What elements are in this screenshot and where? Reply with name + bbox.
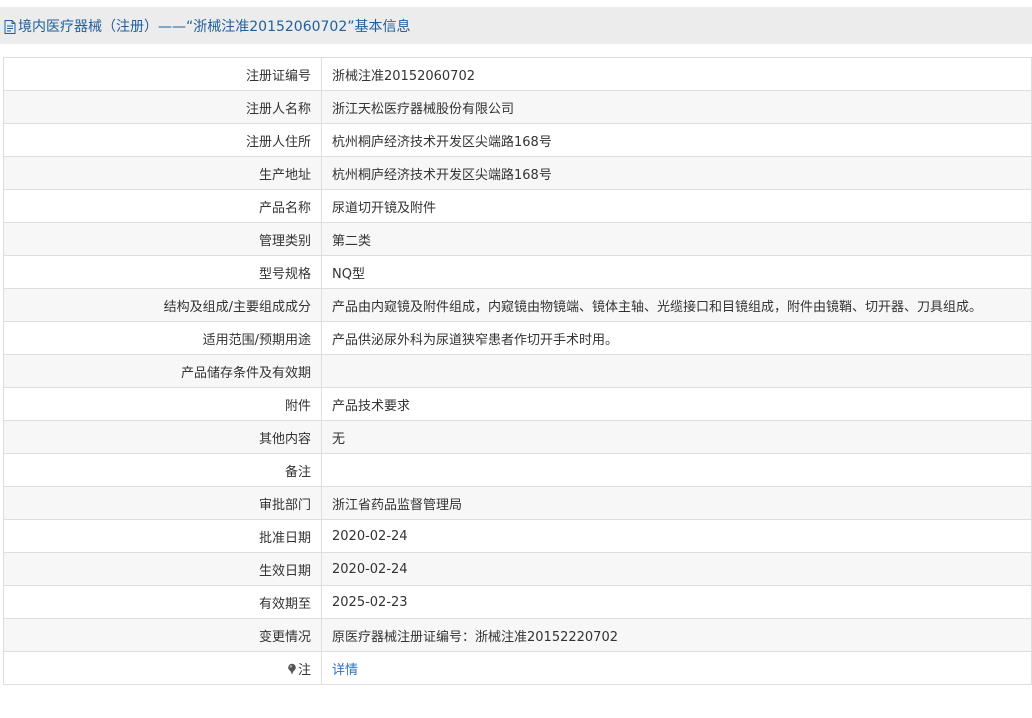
field-value: 浙械注准20152060702 (321, 57, 1032, 91)
field-label: 备注 (3, 453, 322, 487)
page-title: 境内医疗器械（注册）——“浙械注准20152060702”基本信息 (18, 18, 411, 35)
field-value: 产品技术要求 (321, 387, 1032, 421)
field-value: 原医疗器械注册证编号：浙械注准20152220702 (321, 618, 1032, 652)
field-label: 结构及组成/主要组成成分 (3, 288, 322, 322)
field-value: 杭州桐庐经济技术开发区尖端路168号 (321, 156, 1032, 190)
field-label: 注册证编号 (3, 57, 322, 91)
page-header: 境内医疗器械（注册）——“浙械注准20152060702”基本信息 (0, 7, 1032, 44)
field-label: 注册人名称 (3, 90, 322, 124)
field-value: 产品供泌尿外科为尿道狭窄患者作切开手术时用。 (321, 321, 1032, 355)
field-label: 生效日期 (3, 552, 322, 586)
table-row: 其他内容无 (3, 420, 1032, 454)
field-label: 产品名称 (3, 189, 322, 223)
table-row: 生效日期 2020-02-24 (3, 552, 1032, 586)
field-label: 附件 (3, 387, 322, 421)
table-row: 生产地址 杭州桐庐经济技术开发区尖端路168号 (3, 156, 1032, 190)
note-label-text: 注 (297, 662, 311, 678)
table-row: 有效期至 2025-02-23 (3, 585, 1032, 619)
field-label: 批准日期 (3, 519, 322, 553)
table-row-note: 注 详情 (3, 651, 1032, 685)
note-label: 注 (3, 651, 322, 685)
field-label: 变更情况 (3, 618, 322, 652)
field-label: 注册人住所 (3, 123, 322, 157)
info-table: 注册证编号 浙械注准20152060702 注册人名称 浙江天松医疗器械股份有限公司注… (3, 57, 1032, 685)
table-row: 审批部门 浙江省药品监督管理局 (3, 486, 1032, 520)
note-value: 详情 (321, 651, 1032, 685)
field-value: 2020-02-24 (321, 519, 1032, 553)
pin-icon (287, 663, 297, 675)
details-link[interactable]: 详情 (332, 663, 358, 678)
field-label: 型号规格 (3, 255, 322, 289)
field-value: 2025-02-23 (321, 585, 1032, 619)
field-value: 第二类 (321, 222, 1032, 256)
field-value: 产品由内窥镜及附件组成，内窥镜由物镜端、镜体主轴、光缆接口和目镜组成，附件由镜鞘… (321, 288, 1032, 322)
table-row: 备注 (3, 453, 1032, 487)
field-value: NQ型 (321, 255, 1032, 289)
field-value (321, 453, 1032, 487)
table-row: 结构及组成/主要组成成分 产品由内窥镜及附件组成，内窥镜由物镜端、镜体主轴、光缆接… (3, 288, 1032, 322)
field-label: 管理类别 (3, 222, 322, 256)
field-value: 2020-02-24 (321, 552, 1032, 586)
field-label: 其他内容 (3, 420, 322, 454)
field-label: 有效期至 (3, 585, 322, 619)
field-label: 产品储存条件及有效期 (3, 354, 322, 388)
table-row: 适用范围/预期用途 产品供泌尿外科为尿道狭窄患者作切开手术时用。 (3, 321, 1032, 355)
field-value: 无 (321, 420, 1032, 454)
document-icon (4, 19, 16, 34)
field-value: 浙江省药品监督管理局 (321, 486, 1032, 520)
field-label: 适用范围/预期用途 (3, 321, 322, 355)
table-row: 管理类别 第二类 (3, 222, 1032, 256)
table-row: 产品储存条件及有效期 (3, 354, 1032, 388)
table-row: 变更情况 原医疗器械注册证编号：浙械注准20152220702 (3, 618, 1032, 652)
field-value: 浙江天松医疗器械股份有限公司 (321, 90, 1032, 124)
table-row: 注册证编号 浙械注准20152060702 (3, 57, 1032, 91)
table-row: 型号规格 NQ型 (3, 255, 1032, 289)
field-label: 审批部门 (3, 486, 322, 520)
table-row: 注册人名称 浙江天松医疗器械股份有限公司 (3, 90, 1032, 124)
field-value (321, 354, 1032, 388)
field-value: 杭州桐庐经济技术开发区尖端路168号 (321, 123, 1032, 157)
table-row: 批准日期 2020-02-24 (3, 519, 1032, 553)
table-row: 注册人住所 杭州桐庐经济技术开发区尖端路168号 (3, 123, 1032, 157)
field-label: 生产地址 (3, 156, 322, 190)
table-row: 产品名称 尿道切开镜及附件 (3, 189, 1032, 223)
field-value: 尿道切开镜及附件 (321, 189, 1032, 223)
table-row: 附件 产品技术要求 (3, 387, 1032, 421)
